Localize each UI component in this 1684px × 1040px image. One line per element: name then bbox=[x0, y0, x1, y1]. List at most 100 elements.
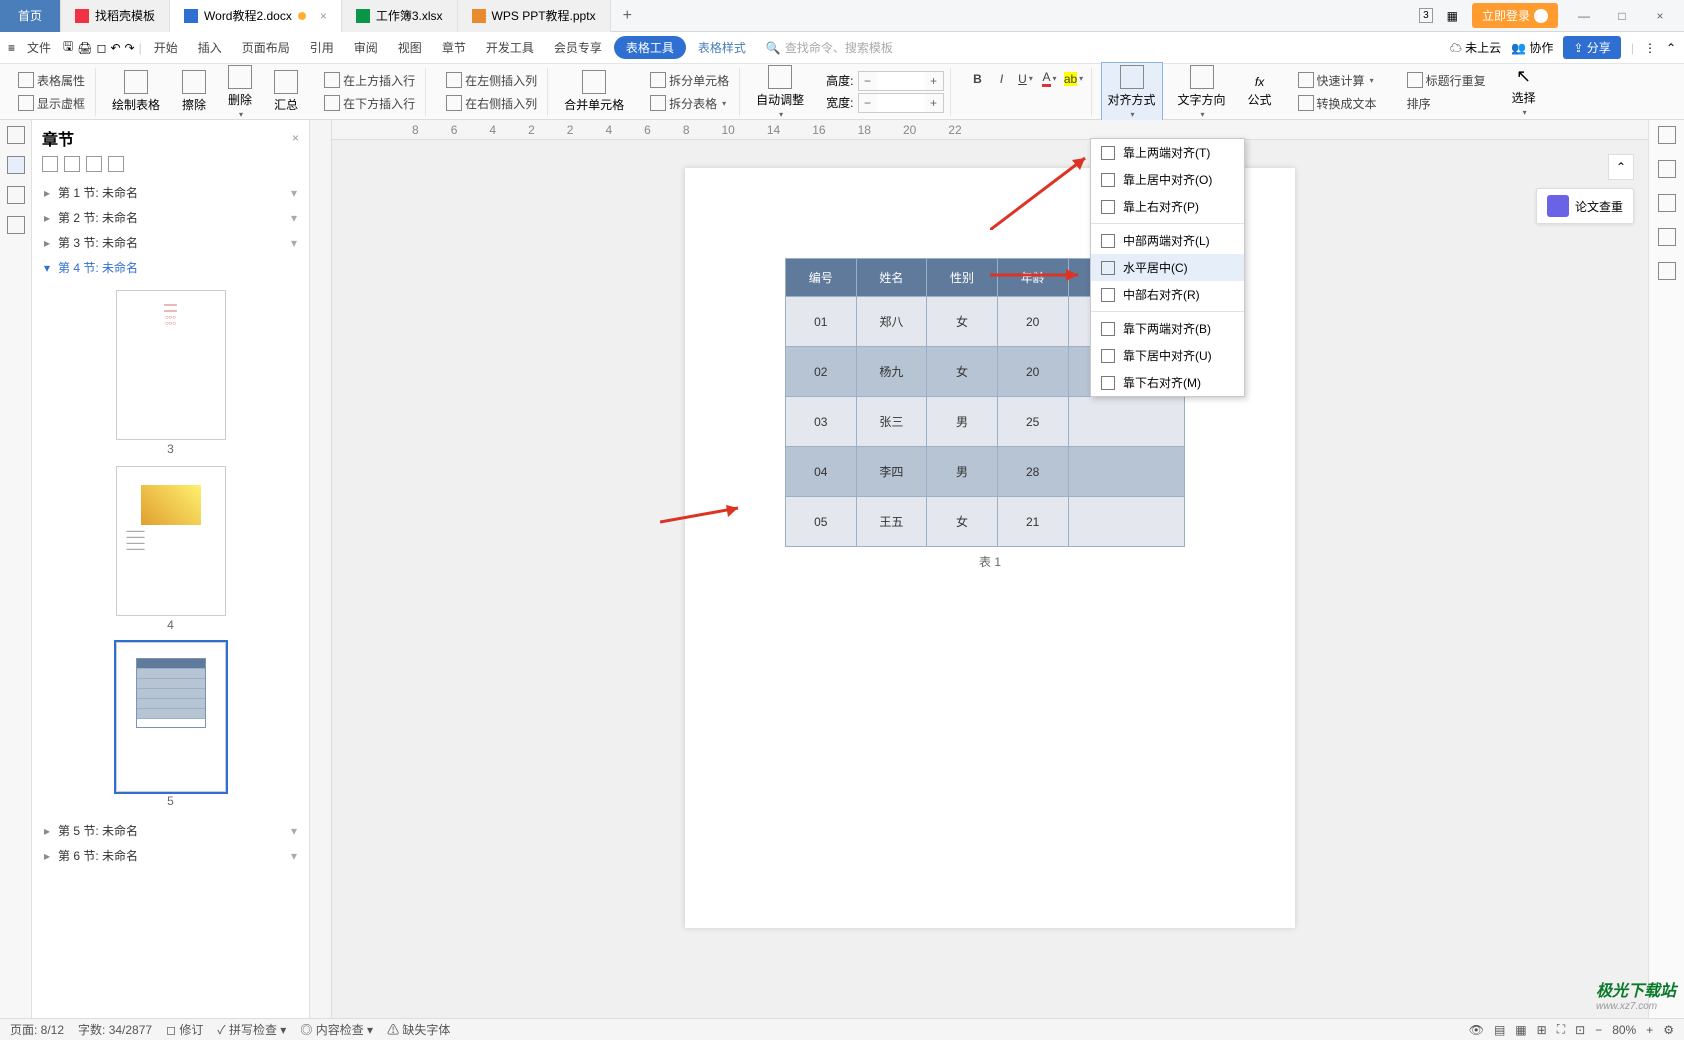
eye-icon[interactable]: 👁 bbox=[1469, 1023, 1484, 1037]
maximize-button[interactable]: □ bbox=[1610, 9, 1634, 23]
spell-check[interactable]: ✓ 拼写检查 ▾ bbox=[217, 1021, 286, 1038]
apps-icon[interactable]: ▦ bbox=[1447, 9, 1458, 23]
new-tab-button[interactable]: + bbox=[611, 7, 644, 25]
th[interactable]: 性别 bbox=[927, 259, 998, 297]
more-icon[interactable]: ▾ bbox=[291, 211, 297, 225]
align-top-right[interactable]: 靠上右对齐(P) bbox=[1091, 193, 1244, 220]
share-button[interactable]: ⇪ 分享 bbox=[1563, 36, 1620, 59]
zoom-fit-icon[interactable]: ⊡ bbox=[1575, 1023, 1585, 1037]
table-row[interactable]: 04李四男28 bbox=[786, 447, 1185, 497]
th[interactable]: 姓名 bbox=[856, 259, 927, 297]
align-mid-right[interactable]: 中部右对齐(R) bbox=[1091, 281, 1244, 308]
nav-section-1[interactable]: ▸第 1 节: 未命名▾ bbox=[38, 180, 303, 205]
zoom-value[interactable]: 80% bbox=[1612, 1023, 1636, 1037]
menu-review[interactable]: 审阅 bbox=[346, 35, 386, 60]
more-icon[interactable]: ▾ bbox=[291, 186, 297, 200]
sort-button[interactable]: 排序 bbox=[1403, 93, 1490, 114]
close-icon[interactable]: × bbox=[320, 9, 327, 23]
eraser-button[interactable]: 擦除 bbox=[176, 68, 212, 115]
insert-col-right-button[interactable]: 在右侧插入列 bbox=[442, 93, 541, 114]
height-increase[interactable]: + bbox=[925, 74, 943, 88]
sections-icon[interactable] bbox=[7, 156, 25, 174]
menu-insert[interactable]: 插入 bbox=[190, 35, 230, 60]
pen-icon[interactable] bbox=[1658, 160, 1676, 178]
nav-section-5[interactable]: ▸第 5 节: 未命名▾ bbox=[38, 818, 303, 843]
menu-layout[interactable]: 页面布局 bbox=[234, 35, 298, 60]
view-read-icon[interactable]: ▦ bbox=[1515, 1023, 1526, 1037]
track-changes[interactable]: ◻ 修订 bbox=[166, 1021, 203, 1038]
table-row[interactable]: 05王五女21 bbox=[786, 497, 1185, 547]
table-caption[interactable]: 表 1 bbox=[725, 553, 1255, 570]
view-print-icon[interactable]: ▤ bbox=[1494, 1023, 1505, 1037]
login-button[interactable]: 立即登录 bbox=[1472, 3, 1558, 28]
font-color-button[interactable]: A▾ bbox=[1039, 68, 1061, 90]
menu-devtools[interactable]: 开发工具 bbox=[478, 35, 542, 60]
outline-icon[interactable] bbox=[7, 126, 25, 144]
close-window-button[interactable]: × bbox=[1648, 9, 1672, 23]
command-search[interactable]: 🔍查找命令、搜索模板 bbox=[766, 39, 893, 56]
nav-tool-3[interactable] bbox=[86, 156, 102, 172]
vertical-ruler[interactable] bbox=[310, 120, 332, 1018]
nav-section-4[interactable]: ▾第 4 节: 未命名 bbox=[38, 255, 303, 280]
menu-file[interactable]: 文件 bbox=[19, 35, 59, 60]
insert-row-below-button[interactable]: 在下方插入行 bbox=[320, 93, 419, 114]
align-bottom-right[interactable]: 靠下右对齐(M) bbox=[1091, 369, 1244, 396]
convert-text-button[interactable]: 转换成文本 bbox=[1294, 93, 1381, 114]
align-mid-both[interactable]: 中部两端对齐(L) bbox=[1091, 227, 1244, 254]
nav-section-6[interactable]: ▸第 6 节: 未命名▾ bbox=[38, 843, 303, 868]
page-thumb-3[interactable]: ══════○○○○○○ bbox=[116, 290, 226, 440]
insert-row-above-button[interactable]: 在上方插入行 bbox=[320, 70, 419, 91]
height-input[interactable] bbox=[877, 72, 925, 90]
view-web-icon[interactable]: ⊞ bbox=[1537, 1023, 1547, 1037]
menu-table-style[interactable]: 表格样式 bbox=[690, 35, 754, 60]
tab-template[interactable]: 找稻壳模板 bbox=[61, 0, 170, 32]
show-gridlines-button[interactable]: 显示虚框 bbox=[14, 93, 89, 114]
repeat-header-button[interactable]: 标题行重复 bbox=[1403, 70, 1490, 91]
zoom-out-button[interactable]: − bbox=[1595, 1023, 1602, 1037]
undo-icon[interactable]: ↶ bbox=[110, 41, 120, 55]
th[interactable]: 年龄 bbox=[997, 259, 1068, 297]
menu-view[interactable]: 视图 bbox=[390, 35, 430, 60]
find-icon[interactable] bbox=[7, 216, 25, 234]
align-top-both[interactable]: 靠上两端对齐(T) bbox=[1091, 139, 1244, 166]
italic-button[interactable]: I bbox=[991, 68, 1013, 90]
nav-section-2[interactable]: ▸第 2 节: 未命名▾ bbox=[38, 205, 303, 230]
more-icon[interactable]: ▾ bbox=[291, 849, 297, 863]
align-bottom-both[interactable]: 靠下两端对齐(B) bbox=[1091, 315, 1244, 342]
tab-pptx[interactable]: WPS PPT教程.pptx bbox=[458, 0, 611, 32]
autofit-button[interactable]: 自动调整▾ bbox=[750, 63, 810, 121]
more-icon[interactable]: ▾ bbox=[291, 824, 297, 838]
menu-start[interactable]: 开始 bbox=[146, 35, 186, 60]
formula-button[interactable]: fx公式 bbox=[1242, 73, 1278, 110]
width-input[interactable] bbox=[877, 94, 925, 112]
merge-cells-button[interactable]: 合并单元格 bbox=[558, 68, 630, 115]
thesis-check-button[interactable]: 论文查重 bbox=[1536, 188, 1634, 224]
th[interactable]: 编号 bbox=[786, 259, 857, 297]
preview-icon[interactable]: ◻ bbox=[97, 41, 107, 55]
more-icon[interactable]: ▾ bbox=[291, 236, 297, 250]
width-increase[interactable]: + bbox=[925, 96, 943, 110]
horizontal-ruler[interactable]: 86422468101416182022 bbox=[332, 120, 1648, 140]
menu-references[interactable]: 引用 bbox=[302, 35, 342, 60]
hamburger-icon[interactable]: ≡ bbox=[8, 41, 15, 55]
fullscreen-icon[interactable]: ⛶ bbox=[1557, 1022, 1565, 1037]
style-icon[interactable] bbox=[1658, 194, 1676, 212]
chevron-up-icon[interactable]: ⌃ bbox=[1666, 41, 1676, 55]
missing-font[interactable]: ⚠ 缺失字体 bbox=[387, 1021, 450, 1038]
print-icon[interactable]: 🖨 bbox=[77, 41, 92, 55]
height-decrease[interactable]: − bbox=[859, 74, 877, 88]
settings-icon[interactable]: ⚙ bbox=[1663, 1023, 1674, 1037]
minimize-button[interactable]: — bbox=[1572, 9, 1596, 23]
nav-tool-4[interactable] bbox=[108, 156, 124, 172]
align-top-center[interactable]: 靠上居中对齐(O) bbox=[1091, 166, 1244, 193]
menu-section[interactable]: 章节 bbox=[434, 35, 474, 60]
nav-tool-1[interactable] bbox=[42, 156, 58, 172]
insert-col-left-button[interactable]: 在左侧插入列 bbox=[442, 70, 541, 91]
table-properties-button[interactable]: 表格属性 bbox=[14, 70, 89, 91]
word-count[interactable]: 字数: 34/2877 bbox=[78, 1021, 152, 1038]
tab-word-doc[interactable]: Word教程2.docx× bbox=[170, 0, 342, 32]
page-thumb-5[interactable] bbox=[116, 642, 226, 792]
bold-button[interactable]: B bbox=[967, 68, 989, 90]
menu-member[interactable]: 会员专享 bbox=[546, 35, 610, 60]
grid3-icon[interactable]: 3 bbox=[1419, 8, 1433, 23]
